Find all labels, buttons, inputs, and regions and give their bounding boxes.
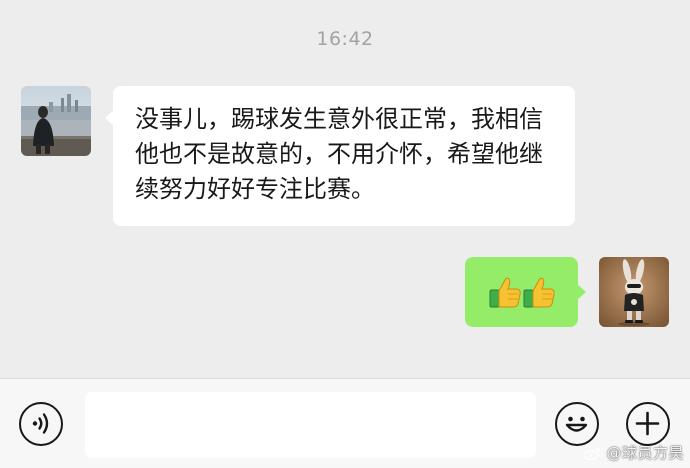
bunny-figure-avatar-image <box>599 257 669 327</box>
thumbs-up-icon <box>523 277 555 308</box>
emoji-button[interactable] <box>555 402 599 446</box>
input-bar: @球员方昊 <box>0 378 690 468</box>
watermark: @球员方昊 <box>583 442 684 463</box>
watermark-text: @球员方昊 <box>606 444 684 462</box>
message-timestamp: 16:42 <box>316 28 374 50</box>
plus-icon <box>635 411 660 436</box>
incoming-message-bubble[interactable]: 没事儿，踢球发生意外很正常，我相信他也不是故意的，不用介怀，希望他继续努力好好专… <box>105 86 575 226</box>
voice-button[interactable] <box>19 402 63 446</box>
thumbs-up-emoji <box>487 274 523 310</box>
thumbs-up-emoji <box>521 274 557 310</box>
voice-icon <box>32 413 49 434</box>
outgoing-message-bubble[interactable] <box>465 257 586 327</box>
chat-area[interactable]: 16:42 没事儿，踢球发生意外很正常，我相信他也不是故意的，不用介怀，希望他继… <box>0 0 690 378</box>
thumbs-up-icon <box>489 277 521 308</box>
incoming-message-text: 没事儿，踢球发生意外很正常，我相信他也不是故意的，不用介怀，希望他继续努力好好专… <box>135 105 543 203</box>
weibo-logo-icon <box>583 447 601 461</box>
more-button[interactable] <box>626 402 670 446</box>
person-by-waterfront-avatar-image <box>21 86 91 156</box>
message-input[interactable] <box>85 392 536 458</box>
self-avatar[interactable] <box>599 257 669 327</box>
smiley-icon <box>565 416 588 432</box>
contact-avatar[interactable] <box>21 86 91 156</box>
